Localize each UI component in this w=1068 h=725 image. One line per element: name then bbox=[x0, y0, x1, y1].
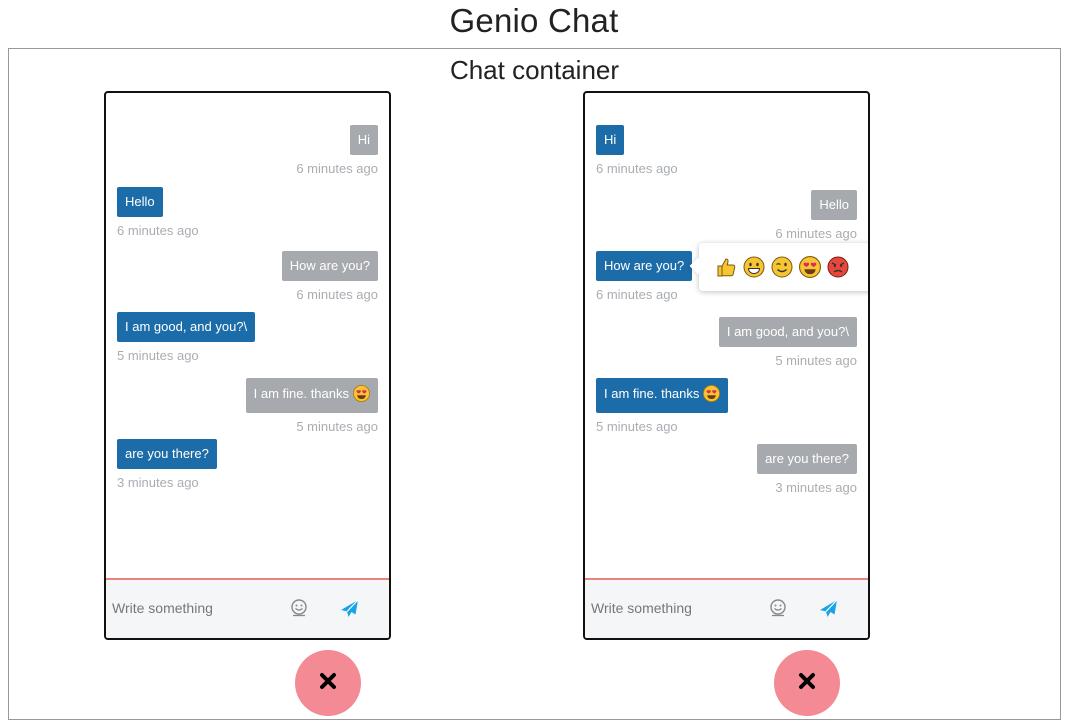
chat-window-left: Hi 6 minutes ago Hello 6 minutes ago How… bbox=[104, 91, 391, 640]
message-composer bbox=[585, 578, 868, 638]
message-timestamp: 5 minutes ago bbox=[596, 419, 678, 434]
message-input[interactable] bbox=[591, 597, 761, 619]
message-timestamp: 5 minutes ago bbox=[775, 353, 857, 368]
message-bubble: I am good, and you?\ bbox=[718, 317, 857, 347]
message-item: Hi 6 minutes ago bbox=[117, 125, 378, 176]
message-item: are you there? 3 minutes ago bbox=[117, 439, 378, 490]
message-item: I am good, and you?\ 5 minutes ago bbox=[117, 312, 378, 363]
message-item: How are you? 6 minutes ago bbox=[117, 251, 378, 302]
heart-eyes-emoji-icon bbox=[703, 385, 721, 406]
message-bubble: Hello bbox=[811, 190, 857, 220]
close-chat-button-right[interactable] bbox=[774, 650, 840, 716]
message-bubble: Hello bbox=[117, 187, 163, 217]
send-icon[interactable] bbox=[818, 597, 840, 619]
message-timestamp: 5 minutes ago bbox=[296, 419, 378, 434]
emoji-picker-icon[interactable] bbox=[767, 597, 789, 619]
message-timestamp: 6 minutes ago bbox=[117, 223, 199, 238]
message-bubble: I am fine. thanks bbox=[245, 378, 378, 413]
message-bubble[interactable]: How are you? bbox=[596, 251, 693, 281]
message-item: I am fine. thanks 5 minutes ago bbox=[117, 378, 378, 434]
angry-face-icon[interactable] bbox=[827, 256, 849, 278]
page-title: Genio Chat bbox=[449, 2, 619, 39]
heart-eyes-emoji-icon bbox=[353, 385, 370, 406]
message-text: I am fine. thanks bbox=[253, 386, 349, 401]
message-item: Hi 6 minutes ago bbox=[596, 125, 857, 176]
message-timestamp: 6 minutes ago bbox=[296, 287, 378, 302]
container-title: Chat container bbox=[449, 55, 620, 85]
chat-container: Chat container Hi 6 minutes ago Hello 6 … bbox=[8, 48, 1061, 720]
message-input[interactable] bbox=[112, 597, 282, 619]
message-bubble: are you there? bbox=[117, 439, 217, 469]
message-timestamp: 3 minutes ago bbox=[775, 480, 857, 495]
message-bubble: Hi bbox=[596, 125, 625, 155]
message-text: I am fine. thanks bbox=[604, 386, 700, 401]
message-timestamp: 6 minutes ago bbox=[775, 226, 857, 241]
reaction-popup bbox=[699, 243, 868, 291]
chat-window-right: Hi 6 minutes ago Hello 6 minutes ago How… bbox=[583, 91, 870, 640]
thumbs-up-icon[interactable] bbox=[715, 256, 737, 278]
message-bubble: are you there? bbox=[757, 444, 857, 474]
message-bubble: I am fine. thanks bbox=[596, 378, 729, 413]
close-icon bbox=[318, 671, 338, 696]
message-item: Hello 6 minutes ago bbox=[596, 190, 857, 241]
close-icon bbox=[797, 671, 817, 696]
message-list: Hi 6 minutes ago Hello 6 minutes ago How… bbox=[106, 93, 389, 582]
message-timestamp: 6 minutes ago bbox=[296, 161, 378, 176]
message-timestamp: 3 minutes ago bbox=[117, 475, 199, 490]
emoji-picker-icon[interactable] bbox=[288, 597, 310, 619]
message-bubble: I am good, and you?\ bbox=[117, 312, 256, 342]
message-bubble: Hi bbox=[349, 125, 378, 155]
message-list: Hi 6 minutes ago Hello 6 minutes ago How… bbox=[585, 93, 868, 582]
message-item: I am good, and you?\ 5 minutes ago bbox=[596, 317, 857, 368]
send-icon[interactable] bbox=[339, 597, 361, 619]
message-bubble: How are you? bbox=[281, 251, 378, 281]
heart-eyes-icon[interactable] bbox=[799, 256, 821, 278]
winking-face-icon[interactable] bbox=[771, 256, 793, 278]
message-item: are you there? 3 minutes ago bbox=[596, 444, 857, 495]
message-item: I am fine. thanks 5 minutes ago bbox=[596, 378, 857, 434]
message-item: Hello 6 minutes ago bbox=[117, 187, 378, 238]
close-chat-button-left[interactable] bbox=[295, 650, 361, 716]
grinning-face-icon[interactable] bbox=[743, 256, 765, 278]
message-timestamp: 6 minutes ago bbox=[596, 161, 678, 176]
message-composer bbox=[106, 578, 389, 638]
message-timestamp: 5 minutes ago bbox=[117, 348, 199, 363]
